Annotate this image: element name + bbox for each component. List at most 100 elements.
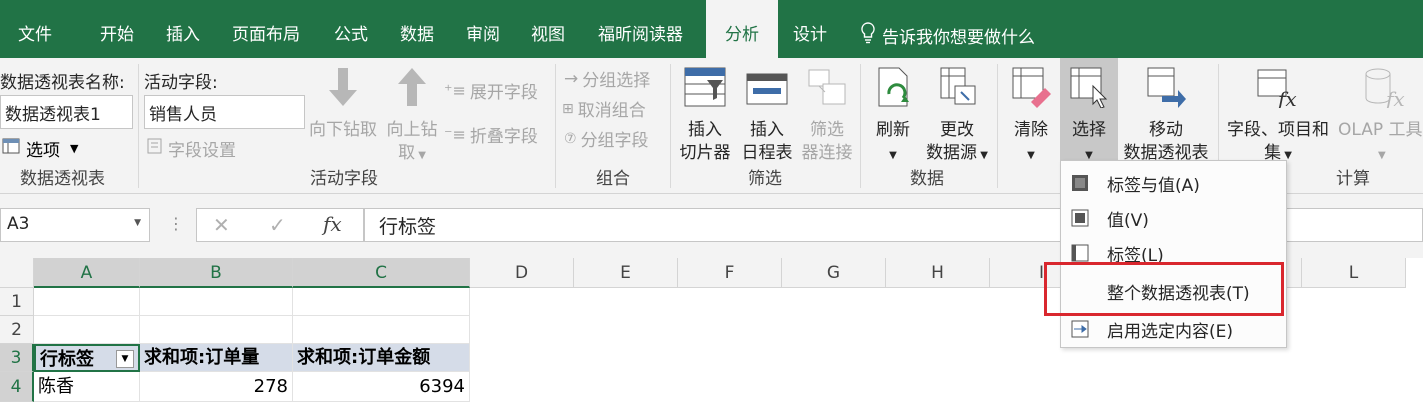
- tab-data[interactable]: 数据: [400, 0, 434, 58]
- fx-table-icon: fx: [1222, 66, 1334, 115]
- group-selection-button[interactable]: → 分组选择: [564, 66, 650, 92]
- cell[interactable]: [140, 288, 293, 316]
- field-settings-button[interactable]: 字段设置: [146, 136, 236, 161]
- select-all-corner[interactable]: [0, 258, 34, 288]
- row-header-2[interactable]: 2: [0, 316, 34, 344]
- cell[interactable]: [34, 316, 140, 344]
- column-header-h[interactable]: H: [886, 258, 990, 288]
- lightbulb-icon: [860, 21, 876, 49]
- column-header-l[interactable]: L: [1302, 258, 1406, 288]
- change-source-label-1: 更改: [940, 120, 974, 140]
- insert-timeline-button[interactable]: 插入 日程表: [738, 66, 796, 165]
- confirm-icon[interactable]: ✓: [269, 213, 286, 237]
- move-pivot-button[interactable]: 移动 数据透视表: [1118, 66, 1214, 165]
- insert-function-icon[interactable]: fx: [323, 212, 342, 236]
- ungroup-icon: ⊞: [562, 100, 574, 117]
- group-separator: [138, 64, 139, 188]
- cell[interactable]: [34, 288, 140, 316]
- field-settings-label: 字段设置: [168, 141, 236, 161]
- filter-connections-button[interactable]: 筛选 器连接: [800, 66, 854, 165]
- insert-timeline-label-1: 插入: [750, 120, 784, 140]
- column-header-g[interactable]: G: [782, 258, 886, 288]
- tab-foxit-reader[interactable]: 福昕阅读器: [598, 0, 683, 58]
- tab-page-layout[interactable]: 页面布局: [232, 0, 300, 58]
- column-header-a[interactable]: A: [34, 258, 140, 288]
- ribbon-tab-bar: 文件 开始 插入 页面布局 公式 数据 审阅 视图 福昕阅读器 分析 设计 告诉…: [0, 0, 1423, 58]
- drill-down-button[interactable]: 向下钻取: [306, 66, 380, 142]
- change-source-label-2: 数据源: [926, 143, 978, 163]
- pivot-name-input[interactable]: 数据透视表1: [0, 95, 133, 129]
- insert-slicer-button[interactable]: 插入 切片器: [676, 66, 734, 165]
- tab-formulas[interactable]: 公式: [334, 0, 368, 58]
- tab-design[interactable]: 设计: [793, 0, 827, 58]
- cell-c4[interactable]: 6394: [293, 372, 470, 402]
- arrow-down-icon: [306, 66, 380, 115]
- ungroup-label: 取消组合: [577, 101, 646, 121]
- tab-view[interactable]: 视图: [531, 0, 565, 58]
- cell-b4[interactable]: 278: [140, 372, 293, 402]
- cancel-icon[interactable]: ✕: [213, 213, 230, 237]
- menu-item-label: 值(V): [1107, 210, 1149, 231]
- expand-field-button[interactable]: ⁺≡ 展开字段: [444, 78, 538, 103]
- tab-analyze[interactable]: 分析: [706, 0, 778, 58]
- row-header-1[interactable]: 1: [0, 288, 34, 316]
- options-icon: [2, 137, 22, 160]
- expand-icon: ⁺≡: [444, 81, 466, 100]
- cell-a4[interactable]: 陈香: [34, 372, 140, 402]
- name-box-value: A3: [7, 214, 30, 234]
- refresh-button[interactable]: 刷新 ▼: [866, 66, 920, 167]
- name-box[interactable]: A3 ▼: [0, 208, 150, 242]
- collapse-field-label: 折叠字段: [469, 127, 538, 147]
- tab-home[interactable]: 开始: [100, 0, 134, 58]
- column-header-c[interactable]: C: [293, 258, 470, 288]
- chevron-down-icon: ▼: [415, 150, 426, 161]
- column-header-b[interactable]: B: [140, 258, 293, 288]
- group-field-label: 分组字段: [580, 131, 649, 151]
- cell[interactable]: [140, 316, 293, 344]
- more-icon: ⋮: [168, 214, 184, 233]
- drill-down-label: 向下钻取: [309, 120, 377, 140]
- column-header-f[interactable]: F: [678, 258, 782, 288]
- change-source-icon: [922, 66, 992, 115]
- tell-me-search[interactable]: 告诉我你想要做什么: [860, 0, 1035, 58]
- menu-item-enable-selection[interactable]: 启用选定内容(E): [1061, 311, 1286, 347]
- svg-text:fx: fx: [1276, 87, 1297, 108]
- menu-item-label: 标签与值(A): [1107, 175, 1200, 196]
- pivot-name-label: 数据透视表名称:: [0, 73, 125, 93]
- menu-item-values[interactable]: 值(V): [1061, 200, 1286, 236]
- group-label-data: 数据: [910, 169, 944, 189]
- cell[interactable]: [293, 316, 470, 344]
- row-header-3[interactable]: 3: [0, 344, 34, 372]
- field-settings-icon: [146, 137, 164, 160]
- row-header-4[interactable]: 4: [0, 372, 34, 402]
- options-button[interactable]: 选项 ▼: [2, 136, 78, 161]
- cell-c3[interactable]: 求和项:订单金额: [293, 344, 470, 372]
- cell[interactable]: [293, 288, 470, 316]
- fields-items-sets-button[interactable]: fx 字段、项目和 集 ▼: [1222, 66, 1334, 167]
- fields-items-sets-label-1: 字段、项目和: [1227, 120, 1329, 140]
- menu-item-labels-and-values[interactable]: 标签与值(A): [1061, 165, 1286, 201]
- column-header-d[interactable]: D: [470, 258, 574, 288]
- select-button[interactable]: 选择 ▼: [1060, 58, 1118, 164]
- group-separator: [860, 64, 861, 188]
- cell-a3[interactable]: 行标签 ▼: [34, 344, 140, 372]
- collapse-field-button[interactable]: ⁻≡ 折叠字段: [444, 122, 538, 147]
- clear-button[interactable]: 清除 ▼: [1004, 66, 1058, 167]
- svg-text:fx: fx: [1384, 87, 1405, 108]
- group-field-button[interactable]: ⑦ 分组字段: [564, 126, 649, 152]
- move-pivot-label-1: 移动: [1149, 120, 1183, 140]
- change-source-button[interactable]: 更改 数据源 ▼: [922, 66, 992, 167]
- tab-insert[interactable]: 插入: [166, 0, 200, 58]
- arrow-right-icon: →: [564, 68, 579, 89]
- tab-review[interactable]: 审阅: [466, 0, 500, 58]
- cell-b3[interactable]: 求和项:订单量: [140, 344, 293, 372]
- refresh-icon: [866, 66, 920, 115]
- column-header-e[interactable]: E: [574, 258, 678, 288]
- olap-tools-button[interactable]: fx OLAP 工具 ▼: [1336, 66, 1423, 167]
- filter-dropdown-icon[interactable]: ▼: [116, 350, 134, 368]
- collapse-icon: ⁻≡: [444, 125, 466, 144]
- drill-up-button[interactable]: 向上钻 取 ▼: [382, 66, 442, 167]
- ungroup-button[interactable]: ⊞ 取消组合: [562, 96, 646, 122]
- tab-file[interactable]: 文件: [18, 0, 52, 58]
- active-field-input[interactable]: 销售人员: [144, 95, 305, 129]
